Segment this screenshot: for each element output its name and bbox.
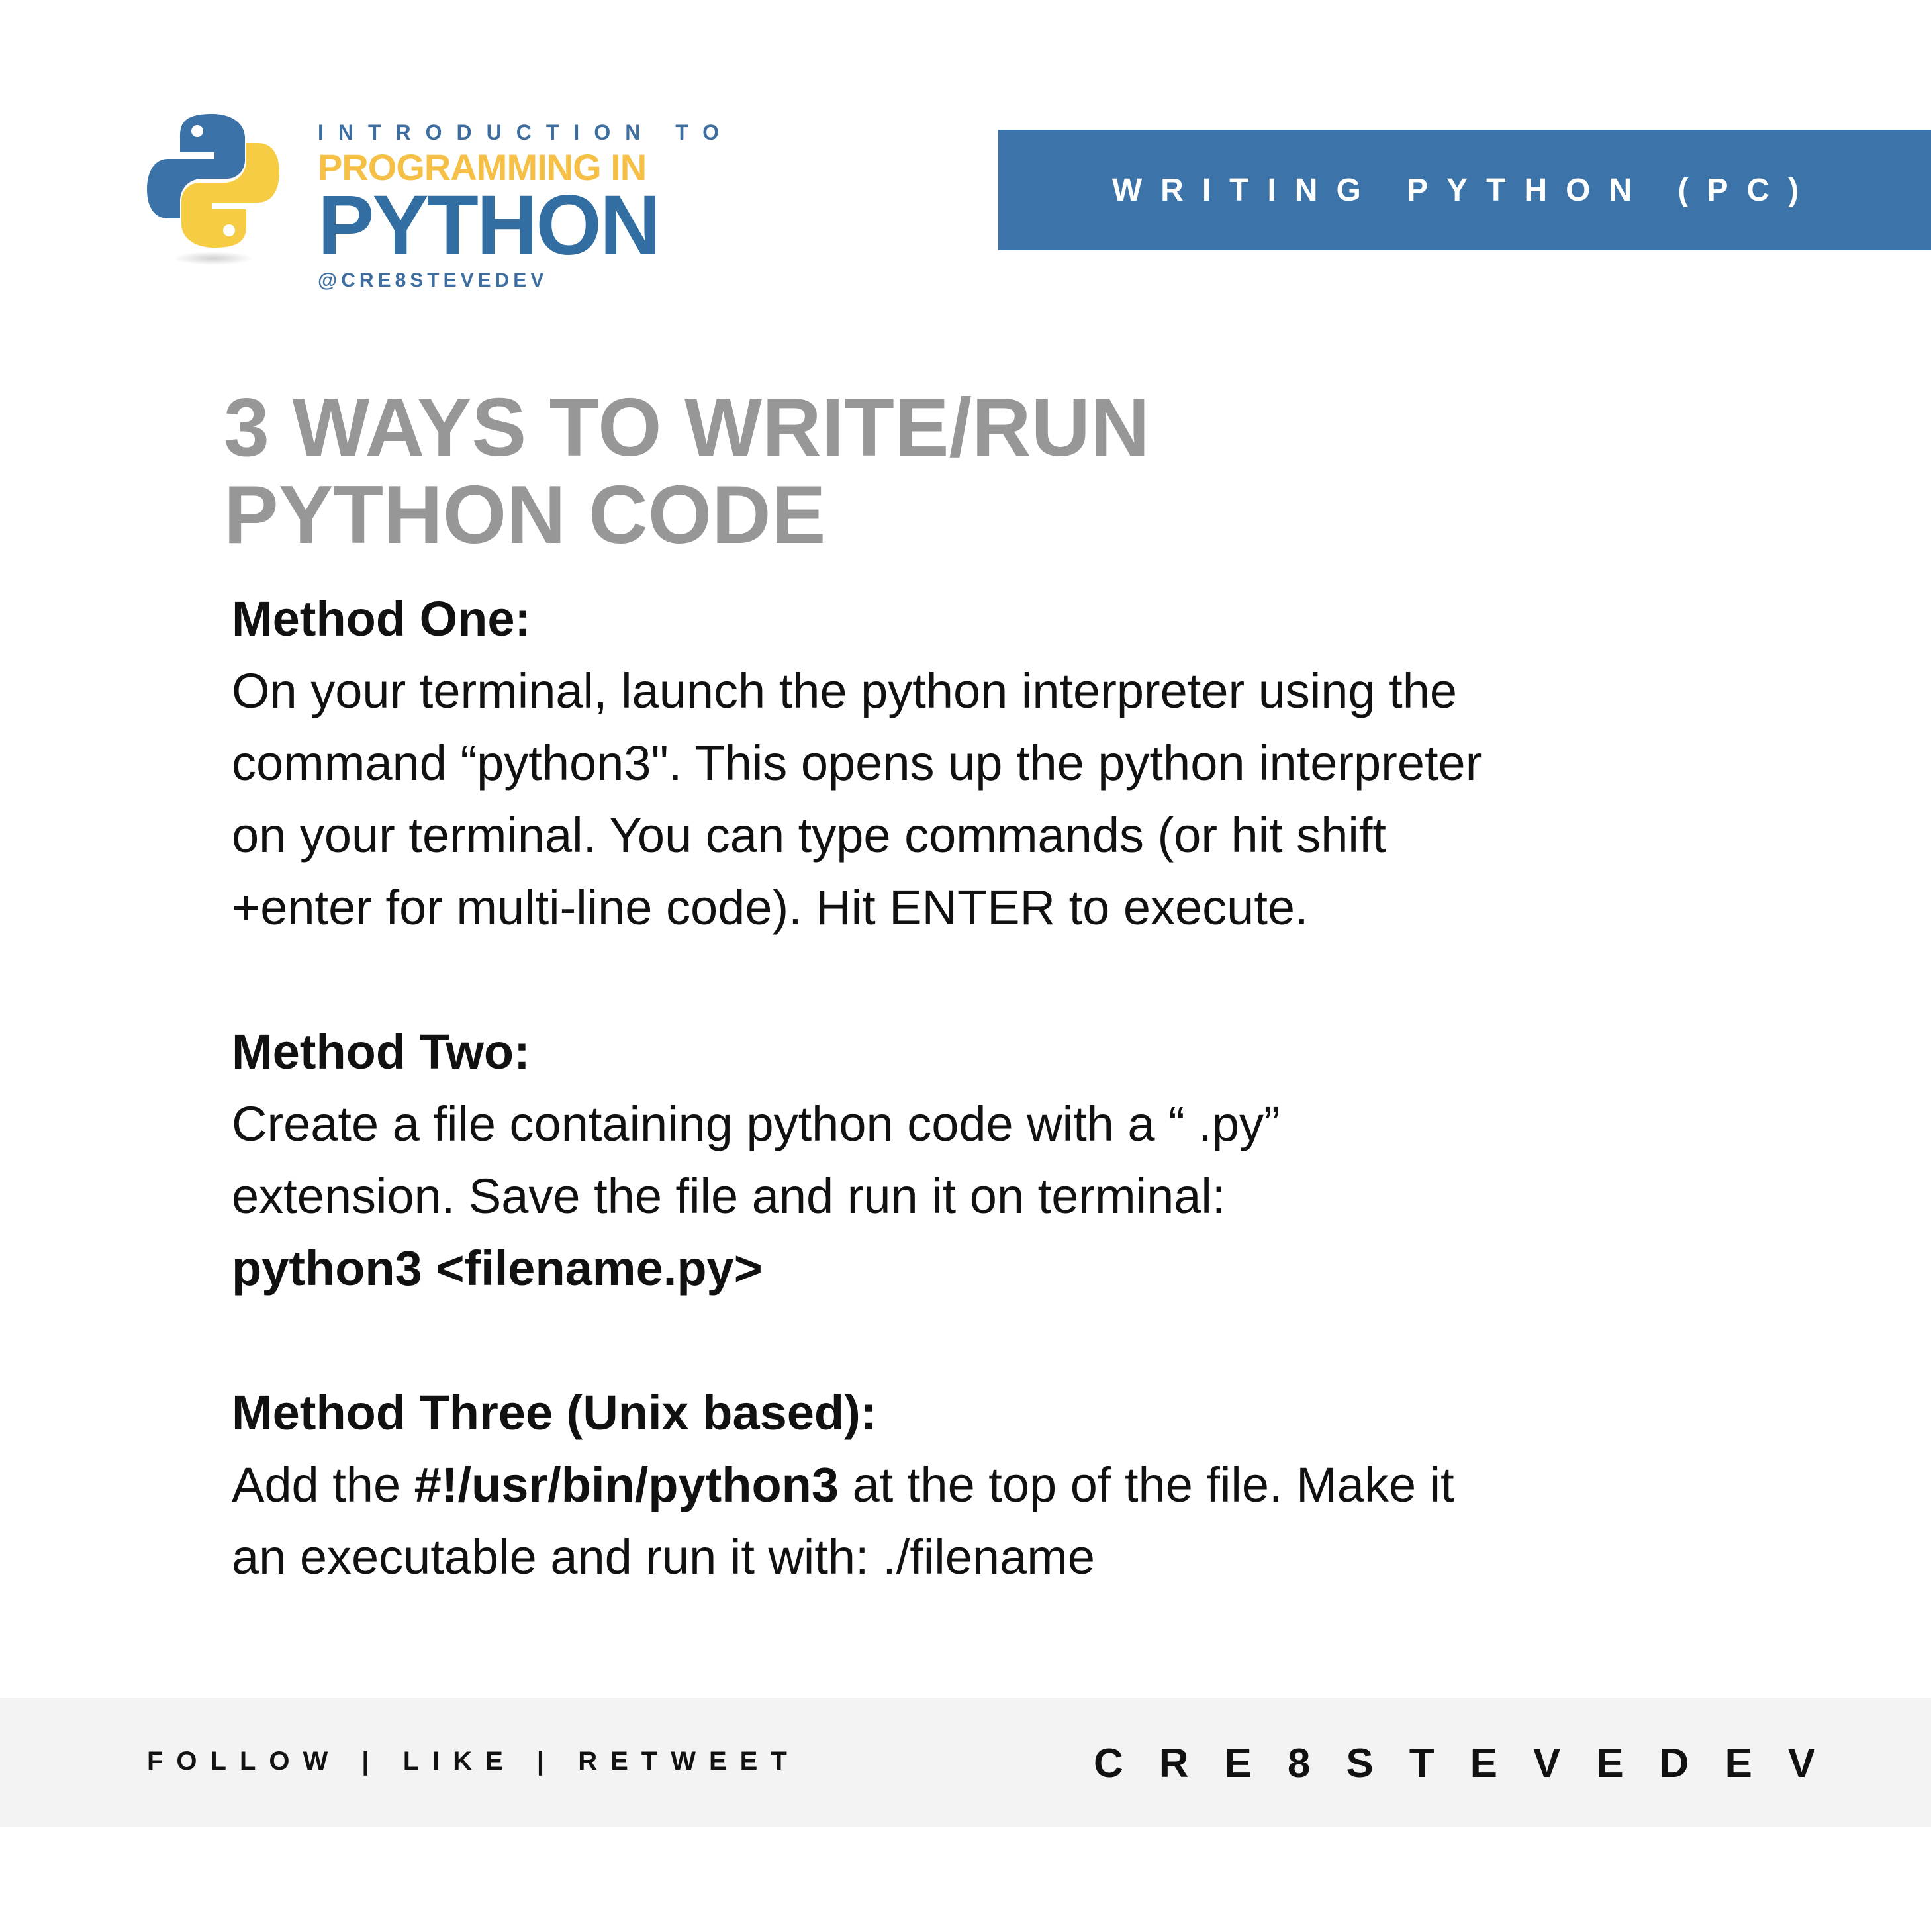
topic-banner-text: WRITING PYTHON (PC) [1111,172,1818,208]
method-one-line-4: +enter for multi-line code). Hit ENTER t… [232,880,1309,935]
brand-title: PYTHON [318,178,661,273]
method-three-line-1-after: at the top of the file. Make it [839,1457,1454,1512]
method-three-line-1: Add the #!/usr/bin/python3 at the top of… [232,1449,1834,1521]
page-title-line-1: 3 WAYS TO WRITE/RUN [224,382,1150,473]
method-one-line-3: on your terminal. You can type commands … [232,808,1386,863]
topic-banner: WRITING PYTHON (PC) [998,130,1931,250]
method-two-heading: Method Two: [232,1024,530,1079]
method-three-heading: Method Three (Unix based): [232,1385,877,1440]
methods-content: Method One: On your terminal, launch the… [232,583,1834,1593]
brand-kicker: INTRODUCTION TO [318,121,734,144]
brand-handle: @CRE8STEVEDEV [318,269,548,291]
footer-bar: FOLLOW | LIKE | RETWEET CRE8STEVEDEV [0,1698,1931,1827]
python-logo-icon [147,111,279,270]
page-title-line-2: PYTHON CODE [224,469,826,561]
method-three-line-2: an executable and run it with: ./filenam… [232,1529,1095,1584]
method-two-command: python3 <filename.py> [232,1241,763,1296]
method-two-line-1: Create a file containing python code wit… [232,1096,1280,1151]
method-one-heading: Method One: [232,591,532,646]
method-two-line-2: extension. Save the file and run it on t… [232,1169,1226,1224]
page-title: 3 WAYS TO WRITE/RUN PYTHON CODE [224,384,1746,559]
brand-block: INTRODUCTION TO PROGRAMMING IN PYTHON @C… [318,121,733,292]
shebang-code: #!/usr/bin/python3 [414,1457,839,1512]
footer-cta: FOLLOW | LIKE | RETWEET [147,1747,800,1776]
footer-handle: CRE8STEVEDEV [1094,1741,1852,1786]
method-one-line-2: command “python3". This opens up the pyt… [232,736,1482,791]
method-three-line-1-before: Add the [232,1457,414,1512]
method-one-line-1: On your terminal, launch the python inte… [232,663,1458,718]
